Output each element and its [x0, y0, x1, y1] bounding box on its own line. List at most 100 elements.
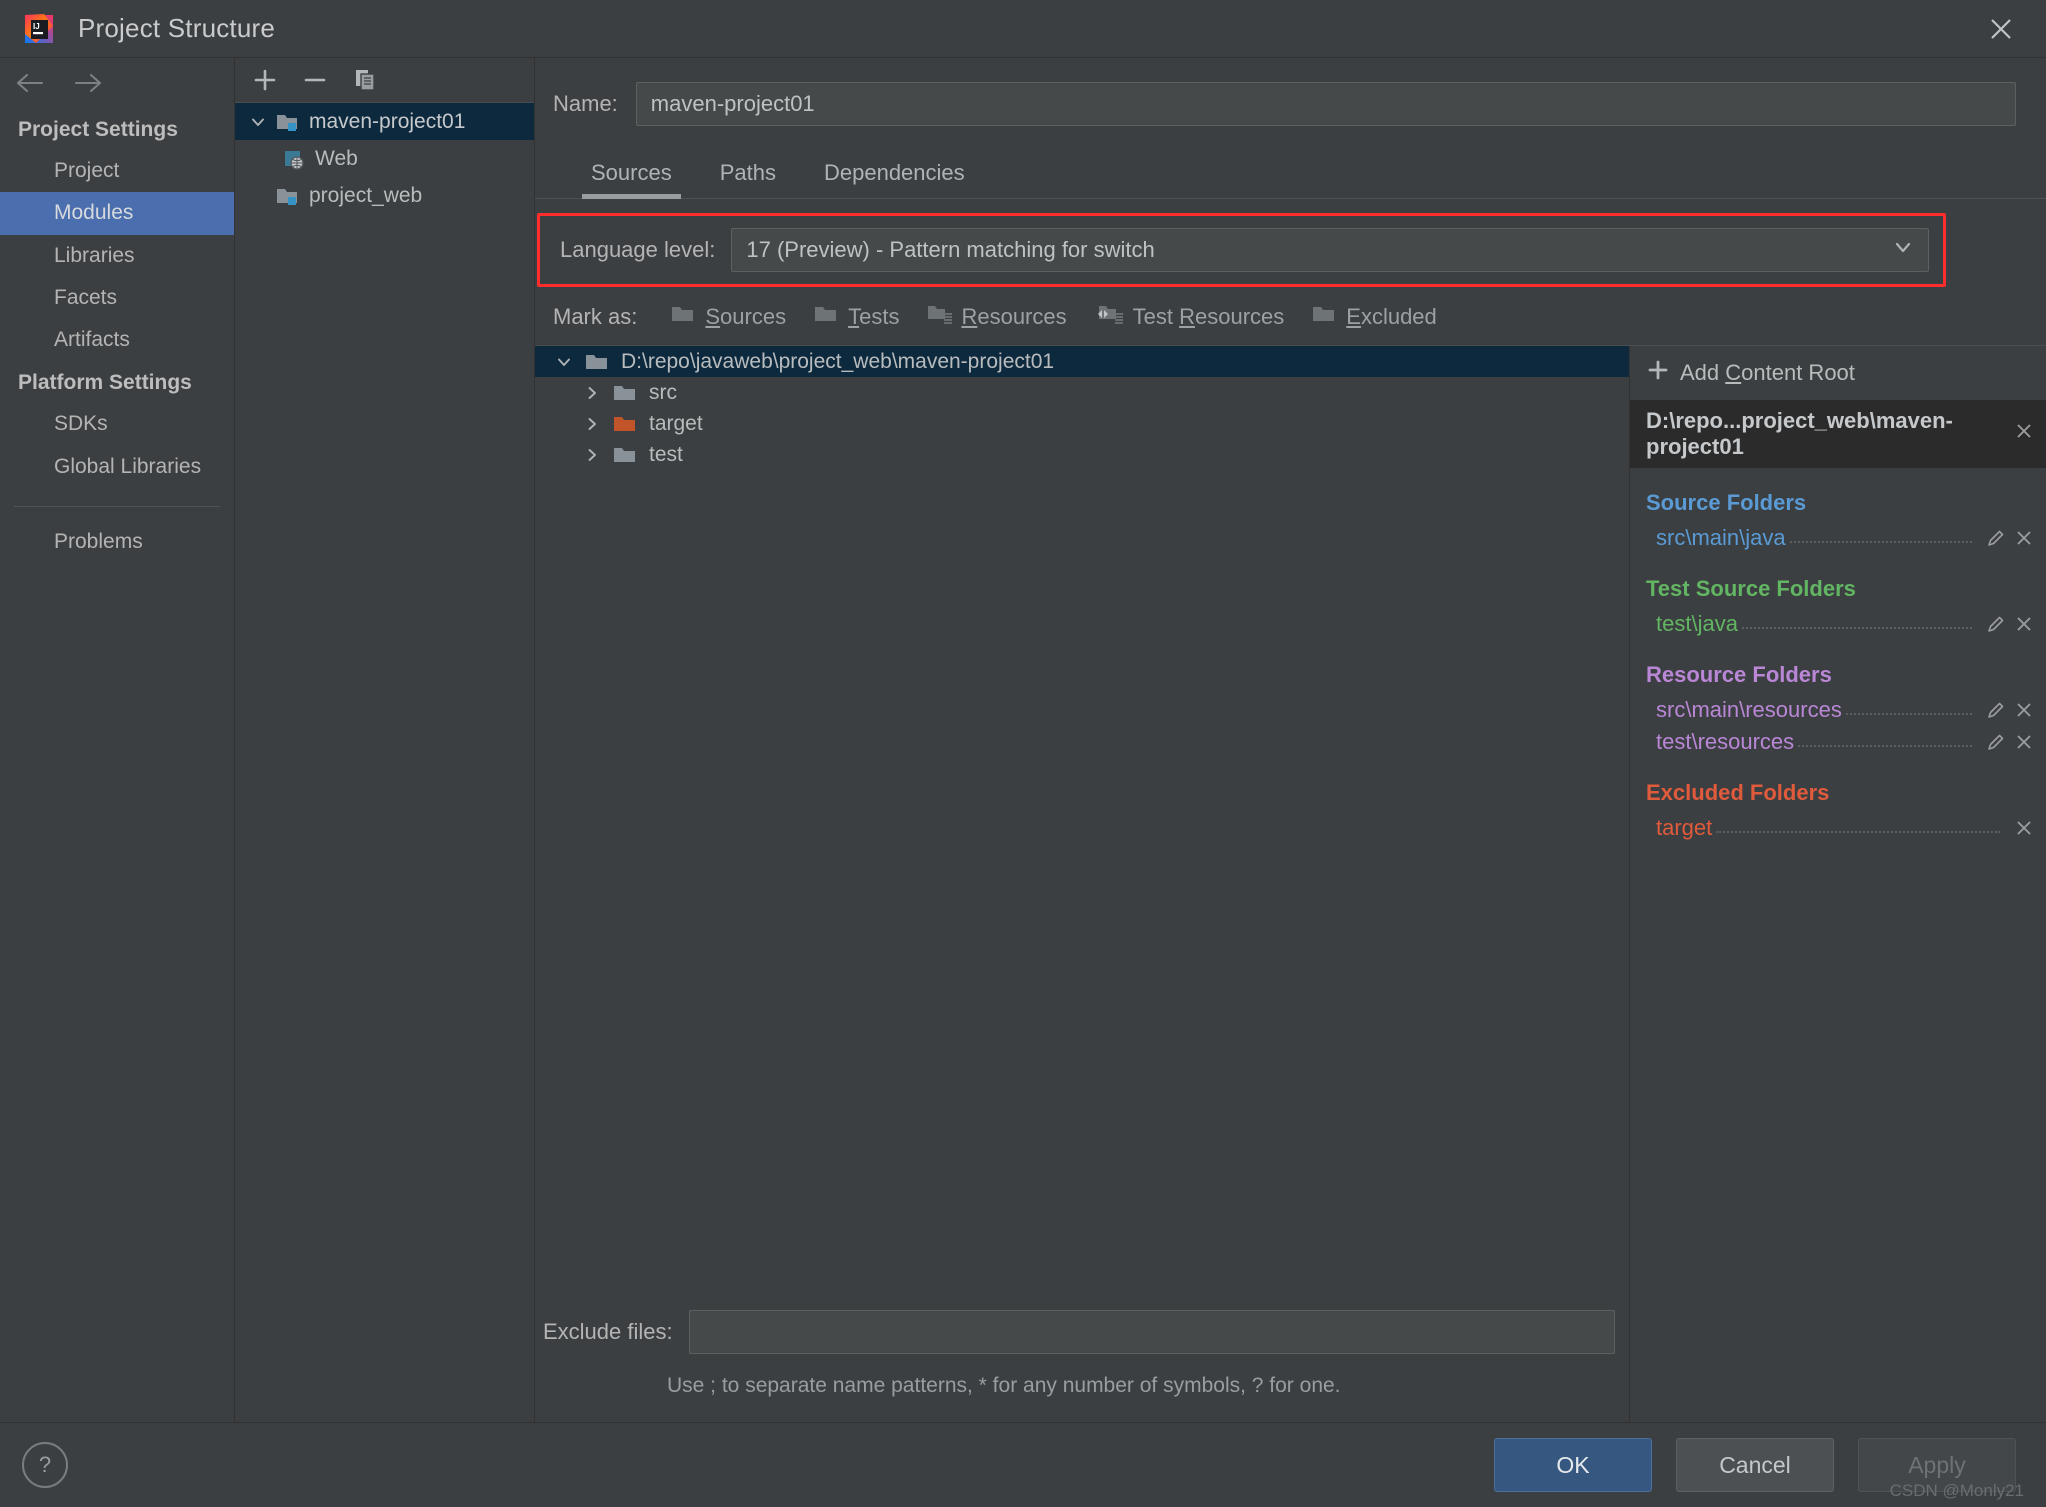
- close-icon[interactable]: [2014, 614, 2034, 634]
- intellij-idea-logo-icon: IJ: [22, 12, 56, 46]
- mark-as-sources-mnemonic: S: [705, 304, 721, 329]
- pencil-icon[interactable]: [1986, 732, 2006, 752]
- module-tree-row-web[interactable]: Web: [235, 140, 534, 177]
- folder-path: test\resources: [1656, 729, 1795, 754]
- exclude-files-input[interactable]: [688, 1309, 1615, 1354]
- module-tabs: Sources Paths Dependencies: [535, 150, 2046, 199]
- tab-paths[interactable]: Paths: [696, 150, 800, 198]
- ok-button[interactable]: OK: [1494, 1438, 1652, 1492]
- tree-row-src[interactable]: src: [535, 377, 1629, 408]
- close-icon[interactable]: [2014, 818, 2034, 838]
- folder-path: src\main\java: [1656, 525, 1786, 550]
- sidebar-divider: [14, 505, 220, 507]
- mark-as-excluded-button[interactable]: Excluded: [1312, 303, 1437, 331]
- pencil-icon[interactable]: [1986, 700, 2006, 720]
- arrow-left-icon[interactable]: [14, 66, 48, 100]
- chevron-right-icon[interactable]: [575, 446, 609, 464]
- mark-as-resources-button[interactable]: Resources: [927, 303, 1067, 331]
- arrow-right-icon[interactable]: [70, 66, 104, 100]
- module-folder-icon: [273, 185, 303, 207]
- tree-row-target[interactable]: target: [535, 408, 1629, 439]
- folder-path: test\java: [1656, 611, 1738, 636]
- dialog-footer: ? OK Cancel Apply CSDN @Monly21: [0, 1423, 2046, 1507]
- resources-folder-icon: [927, 303, 953, 331]
- language-level-combobox[interactable]: 17 (Preview) - Pattern matching for swit…: [731, 228, 1929, 272]
- chevron-down-icon[interactable]: [1890, 234, 1916, 266]
- cancel-button[interactable]: Cancel: [1676, 1438, 1834, 1492]
- folder-item-resource[interactable]: src\main\resources: [1630, 694, 2046, 726]
- tree-row-test[interactable]: test: [535, 439, 1629, 470]
- sidebar-item-facets[interactable]: Facets: [0, 277, 234, 319]
- folder-item-excluded[interactable]: target: [1630, 812, 2046, 844]
- dotted-leader: [1741, 613, 1972, 629]
- tree-row-label: target: [649, 411, 703, 435]
- chevron-right-icon[interactable]: [575, 415, 609, 433]
- chevron-right-icon[interactable]: [575, 384, 609, 402]
- copy-icon[interactable]: [349, 64, 381, 96]
- module-tree-row-label: project_web: [309, 183, 423, 207]
- mark-as-excluded-label: xcluded: [1360, 304, 1437, 329]
- svg-text:IJ: IJ: [33, 22, 40, 31]
- title-bar: IJ Project Structure: [0, 0, 2046, 58]
- close-icon[interactable]: [2014, 700, 2034, 720]
- minus-icon[interactable]: [299, 64, 331, 96]
- pencil-icon[interactable]: [1986, 614, 2006, 634]
- language-level-value: 17 (Preview) - Pattern matching for swit…: [746, 237, 1155, 262]
- folder-item-resource[interactable]: test\resources: [1630, 726, 2046, 758]
- plus-icon: [1646, 358, 1670, 388]
- dotted-leader: [1789, 527, 1972, 543]
- dotted-leader: [1845, 699, 1972, 715]
- mark-as-resources-mnemonic: R: [961, 304, 978, 329]
- excluded-folder-icon: [1312, 303, 1338, 331]
- sidebar-nav-arrows: [0, 58, 234, 108]
- folder-path: src\main\resources: [1656, 697, 1842, 722]
- sidebar-item-project[interactable]: Project: [0, 150, 234, 192]
- folder-item-test-source[interactable]: test\java: [1630, 608, 2046, 640]
- exclude-files-label: Exclude files:: [543, 1318, 673, 1344]
- section-title-source-folders: Source Folders: [1646, 490, 1807, 515]
- tab-sources[interactable]: Sources: [567, 150, 696, 199]
- chevron-down-icon[interactable]: [243, 113, 273, 131]
- mark-as-excluded-mnemonic: E: [1346, 304, 1361, 329]
- sidebar-item-sdks[interactable]: SDKs: [0, 403, 234, 445]
- content-roots-pane: Add Content Root D:\repo...project_web\m…: [1630, 346, 2046, 1422]
- folder-path: target: [1656, 815, 1713, 840]
- close-icon[interactable]: [2014, 732, 2034, 752]
- add-content-root-button[interactable]: Add Content Root: [1630, 346, 2046, 400]
- help-button[interactable]: ?: [22, 1442, 68, 1488]
- modules-panel: maven-project01 Web project_web: [235, 58, 535, 1422]
- module-tree-row-label: maven-project01: [309, 109, 466, 133]
- sidebar-item-artifacts[interactable]: Artifacts: [0, 319, 234, 361]
- add-content-root-mnemonic: C: [1725, 360, 1742, 385]
- module-tree-row-project-web[interactable]: project_web: [235, 177, 534, 214]
- module-editor: Name: maven-project01 Sources Paths Depe…: [535, 58, 2046, 1422]
- mark-as-test-resources-mnemonic: R: [1179, 304, 1195, 329]
- tree-row-content-root[interactable]: D:\repo\javaweb\project_web\maven-projec…: [535, 346, 1629, 377]
- close-icon[interactable]: [2014, 421, 2034, 447]
- chevron-down-icon[interactable]: [547, 353, 581, 371]
- mark-as-test-resources-prefix: Test: [1132, 304, 1180, 329]
- mark-as-tests-button[interactable]: Tests: [814, 303, 899, 331]
- mark-as-sources-button[interactable]: Sources: [671, 303, 786, 331]
- module-tree-row-label: Web: [315, 146, 358, 170]
- exclude-files-row: Exclude files:: [535, 1309, 1629, 1354]
- sidebar-item-problems[interactable]: Problems: [0, 521, 234, 563]
- add-content-root-prefix: Add: [1680, 360, 1726, 385]
- close-icon[interactable]: [2014, 528, 2034, 548]
- sidebar-item-global-libraries[interactable]: Global Libraries: [0, 446, 234, 488]
- tab-dependencies[interactable]: Dependencies: [800, 150, 989, 198]
- mark-as-test-resources-label: esources: [1194, 304, 1285, 329]
- close-icon[interactable]: [1984, 12, 2018, 46]
- folder-icon: [581, 352, 613, 372]
- sidebar-item-libraries[interactable]: Libraries: [0, 235, 234, 277]
- sidebar-item-modules[interactable]: Modules: [0, 192, 234, 235]
- tests-folder-icon: [814, 303, 840, 331]
- plus-icon[interactable]: [249, 64, 281, 96]
- folder-item-source[interactable]: src\main\java: [1630, 522, 2046, 554]
- module-tree-row-maven-project01[interactable]: maven-project01: [235, 103, 534, 140]
- content-root-tree-panel: D:\repo\javaweb\project_web\maven-projec…: [535, 346, 1630, 1422]
- pencil-icon[interactable]: [1986, 528, 2006, 548]
- section-title-excluded-folders: Excluded Folders: [1646, 780, 1830, 805]
- module-name-input[interactable]: maven-project01: [635, 82, 2016, 126]
- mark-as-test-resources-button[interactable]: Test Resources: [1095, 303, 1285, 331]
